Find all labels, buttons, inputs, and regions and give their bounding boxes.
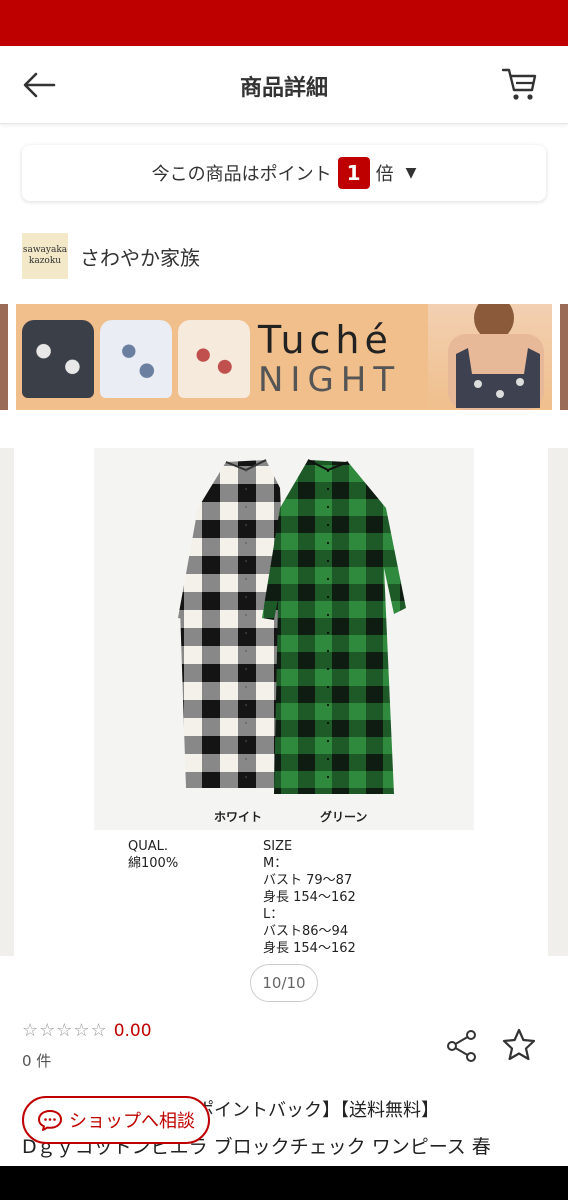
product-image-carousel[interactable]: ホワイト グリーン QUAL. 綿100% SIZE M： バスト 79～87 … [0,448,568,956]
favorite-star-icon[interactable] [500,1026,538,1064]
product-photo: ホワイト グリーン [94,448,474,830]
review-count[interactable]: 0 件 [22,1050,51,1071]
page-title: 商品詳細 [239,76,328,101]
points-prefix: 今この商品はポイント [151,164,332,185]
image-page-indicator: 10/10 [250,964,318,1002]
shop-consult-label: ショップへ相談 [69,1111,195,1132]
app-header: 商品詳細 [0,46,568,124]
shop-logo: sawayaka kazoku [22,233,68,279]
rating-score: 0.00 [113,1020,152,1041]
carousel-next-peek [548,448,568,956]
banner-bra-red-image [178,320,250,398]
product-image-slide: ホワイト グリーン QUAL. 綿100% SIZE M： バスト 79～87 … [20,448,548,956]
banner-carousel: Tuché NIGHT [0,304,568,412]
shop-name: さわやか家族 [80,245,200,270]
product-title-line1: ポイントバック】【送料無料】 [196,1100,439,1121]
color-label-white: ホワイト [214,810,263,824]
rating-stars-icon: ☆☆☆☆☆ [22,1020,108,1041]
shop-consult-button[interactable]: ショップへ相談 [22,1096,210,1144]
size-spec: SIZE M： バスト 79～87 身長 154～162 L： バスト86～94… [263,839,356,956]
cart-icon[interactable] [500,64,540,104]
points-multiplier-badge: 1 [337,157,370,189]
review-rating[interactable]: ☆☆☆☆☆ 0.00 [22,1020,152,1041]
system-navigation-bar [0,1166,568,1200]
banner-bra-dark-image [22,320,94,398]
points-suffix: 倍 [375,164,394,185]
banner-brand-text: Tuché [258,318,393,362]
banner-bra-blue-image [100,320,172,398]
promo-banner[interactable]: Tuché NIGHT [16,304,552,410]
caret-down-icon: ▼ [405,165,417,181]
point-multiplier-dropdown[interactable]: 今この商品はポイント 1 倍 ▼ [22,145,546,201]
banner-next-peek [560,304,568,410]
chat-icon [38,1110,62,1131]
banner-model-image [428,304,552,410]
carousel-prev-peek [0,448,14,956]
material-spec: QUAL. 綿100% [128,839,179,871]
share-icon[interactable] [444,1028,480,1064]
banner-night-text: NIGHT [258,360,402,400]
banner-prev-peek [0,304,8,410]
status-bar [0,0,568,46]
shop-link[interactable]: sawayaka kazoku さわやか家族 [22,233,200,279]
color-label-green: グリーン [320,810,368,824]
